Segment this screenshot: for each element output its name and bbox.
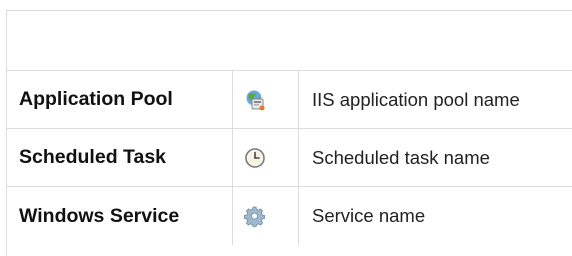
type-label: Windows Service xyxy=(7,187,233,245)
icon-cell xyxy=(233,187,299,245)
description-text: IIS application pool name xyxy=(312,88,520,110)
table-header xyxy=(7,11,572,71)
table-row: Scheduled Task Scheduled task name xyxy=(7,129,572,187)
icon-cell xyxy=(233,71,299,128)
description-text: Scheduled task name xyxy=(312,146,490,168)
type-label: Application Pool xyxy=(7,71,233,128)
gear-icon xyxy=(244,205,266,227)
table-row: Windows Service Service name xyxy=(7,187,572,245)
object-type-table: Application Pool IIS application pool na… xyxy=(6,10,572,256)
icon-cell xyxy=(233,129,299,186)
clock-icon xyxy=(244,147,266,169)
type-label: Scheduled Task xyxy=(7,129,233,186)
table-row: Application Pool IIS application pool na… xyxy=(7,71,572,129)
application-pool-icon xyxy=(244,89,266,111)
description-text: Service name xyxy=(312,205,426,226)
